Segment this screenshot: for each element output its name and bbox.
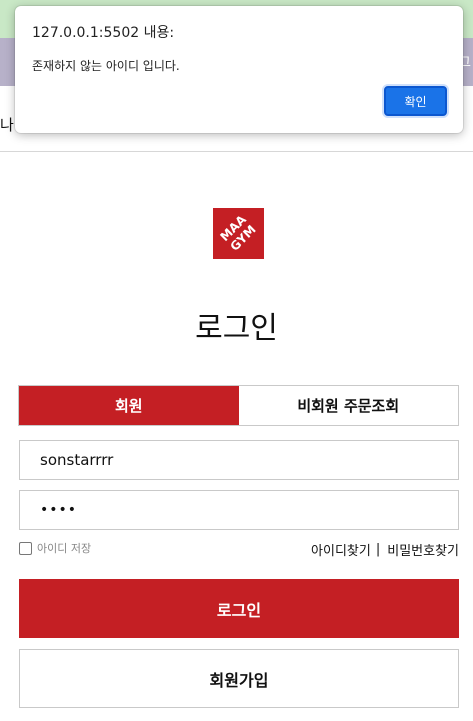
alert-title: 127.0.0.1:5502 내용: (32, 25, 175, 41)
alert-message: 존재하지 않는 아이디 입니다. (32, 59, 180, 73)
login-tabs: 회원 비회원 주문조회 (18, 385, 459, 426)
password-input[interactable]: •••• (19, 490, 459, 530)
alert-ok-button[interactable]: 확인 (384, 86, 447, 116)
page: 로그 나 MAA GYM 로그인 회원 비회원 주문조회 sonstarrrr … (0, 0, 473, 721)
save-id-label: 아이디 저장 (37, 542, 92, 555)
alert-dialog: 127.0.0.1:5502 내용: 존재하지 않는 아이디 입니다. 확인 (15, 6, 463, 133)
find-password-link[interactable]: 비밀번호찾기 (387, 540, 459, 559)
logo-mark-icon: MAA GYM (213, 208, 264, 259)
username-value: sonstarrrr (40, 451, 114, 469)
find-id-link[interactable]: 아이디찾기 (311, 540, 371, 559)
save-id-checkbox[interactable] (19, 541, 32, 555)
login-button[interactable]: 로그인 (19, 579, 459, 638)
signup-button[interactable]: 회원가입 (19, 649, 459, 708)
password-value: •••• (40, 502, 78, 518)
save-id-option[interactable]: 아이디 저장 (19, 540, 91, 556)
username-input[interactable]: sonstarrrr (19, 440, 459, 480)
page-title: 로그인 (195, 311, 278, 346)
link-separator: | (375, 542, 381, 557)
tab-member[interactable]: 회원 (19, 386, 239, 425)
brand-logo[interactable]: MAA GYM (213, 208, 264, 259)
tab-guest-order-lookup[interactable]: 비회원 주문조회 (238, 386, 458, 425)
nav-left-text[interactable]: 나 (0, 114, 14, 135)
account-recovery-links: 아이디찾기 | 비밀번호찾기 (311, 540, 459, 559)
